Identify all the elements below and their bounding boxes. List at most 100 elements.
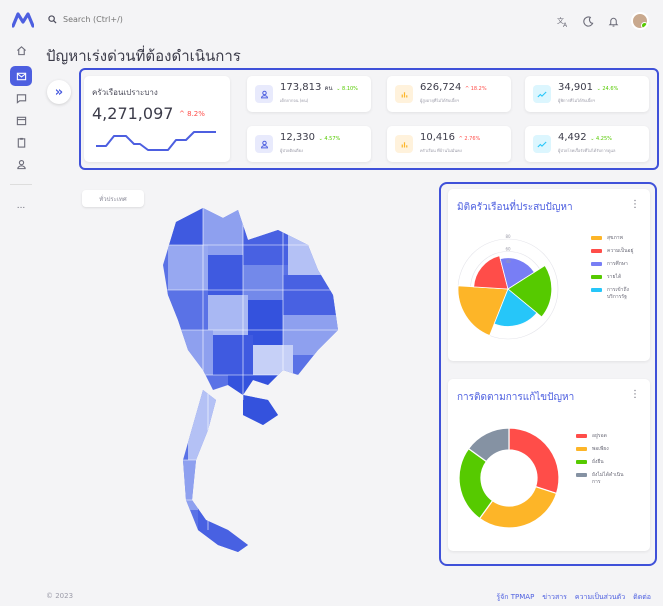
legend-label: รายได้ bbox=[607, 274, 622, 280]
stat-card-5[interactable]: 10,416 ^ 2.76% ครัวเรือน ที่บ้านไม่มั่นค… bbox=[387, 126, 511, 162]
stat-delta: ^ 2.76% bbox=[457, 136, 481, 142]
legend-swatch bbox=[591, 288, 602, 292]
legend-item[interactable]: การเข้าถึงบริการรัฐ bbox=[591, 287, 641, 301]
donut-chart bbox=[458, 427, 560, 529]
legend-label: ยั่งยืน bbox=[592, 459, 604, 465]
stat-sublabel: ครัวเรือน ที่บ้านไม่มั่นคง bbox=[420, 148, 462, 153]
legend-item[interactable]: อยู่รอด bbox=[576, 433, 626, 440]
footer-link-contact[interactable]: ติดต่อ bbox=[633, 592, 651, 603]
expand-button[interactable]: » bbox=[47, 80, 71, 104]
legend-swatch bbox=[576, 447, 587, 451]
legend-swatch bbox=[591, 236, 602, 240]
stat-delta: ^ 18.2% bbox=[463, 86, 487, 92]
sidebar-item-user[interactable] bbox=[10, 154, 32, 174]
main-stat-value: 4,271,097 bbox=[92, 104, 174, 123]
main-stat-sparkline bbox=[96, 131, 216, 151]
legend-swatch bbox=[576, 473, 587, 477]
bar-chart-icon bbox=[395, 135, 413, 153]
legend-swatch bbox=[576, 434, 587, 438]
chat-icon bbox=[16, 93, 26, 104]
sidebar-item-chat[interactable] bbox=[10, 88, 32, 108]
sidebar-item-calendar[interactable] bbox=[10, 110, 32, 130]
sidebar-item-mail[interactable] bbox=[10, 66, 32, 86]
bell-icon[interactable] bbox=[606, 14, 620, 28]
more-icon: ... bbox=[16, 201, 26, 211]
stat-value: 34,901 bbox=[558, 82, 593, 93]
moon-icon[interactable] bbox=[581, 14, 595, 28]
more-vertical-icon[interactable]: ⋮ bbox=[630, 199, 640, 210]
thailand-map[interactable] bbox=[148, 200, 348, 560]
logo-icon[interactable] bbox=[12, 12, 34, 28]
search-bar[interactable] bbox=[48, 15, 183, 24]
legend-label: ความเป็นอยู่ bbox=[607, 248, 634, 254]
footer-link-about[interactable]: รู้จัก TPMAP bbox=[496, 592, 534, 603]
main-stat-card[interactable]: ครัวเรือนเปราะบาง 4,271,097 ^ 8.2% bbox=[84, 76, 230, 162]
legend-swatch bbox=[576, 460, 587, 464]
legend-label: อยู่รอด bbox=[592, 433, 607, 439]
search-input[interactable] bbox=[63, 15, 183, 24]
user-icon bbox=[16, 159, 26, 169]
user-icon bbox=[255, 135, 273, 153]
stat-sublabel: ผู้สูงอายุที่ไม่ได้รับเบี้ยฯ bbox=[420, 98, 459, 103]
trend-up-icon bbox=[533, 85, 551, 103]
stat-card-4[interactable]: 12,330 ⌄ 4.57% ผู้ป่วยติดเตียง bbox=[247, 126, 371, 162]
panel-title: มิติครัวเรือนที่ประสบปัญหา bbox=[457, 202, 573, 213]
legend-swatch bbox=[591, 249, 602, 253]
footer-links: รู้จัก TPMAP ข่าวสาร ความเป็นส่วนตัว ติด… bbox=[496, 592, 651, 603]
legend-item[interactable]: ยั่งยืน bbox=[576, 459, 626, 466]
legend-item[interactable]: สุขภาพ bbox=[591, 235, 641, 242]
legend-item[interactable]: ความเป็นอยู่ bbox=[591, 248, 641, 255]
stat-value: 626,724 bbox=[420, 82, 462, 93]
polar-tick-label: 40 bbox=[505, 259, 511, 264]
calendar-icon bbox=[16, 116, 26, 125]
legend-item[interactable]: พอเพียง bbox=[576, 446, 626, 453]
stat-value: 4,492 bbox=[558, 132, 587, 143]
stat-sublabel: เด็กยากจน (คน) bbox=[280, 98, 309, 103]
donut-legend: อยู่รอดพอเพียงยั่งยืนยังไม่ได้ดำเนินการ bbox=[576, 433, 626, 492]
stat-unit: คน bbox=[324, 85, 333, 92]
legend-item[interactable]: การศึกษา bbox=[591, 261, 641, 268]
more-vertical-icon[interactable]: ⋮ bbox=[630, 389, 640, 400]
legend-label: พอเพียง bbox=[592, 446, 609, 452]
main-stat-label: ครัวเรือนเปราะบาง bbox=[92, 88, 158, 97]
stat-sublabel: ผู้ป่วยโรคเรื้อรังที่ไม่ได้รับการดูแล bbox=[558, 148, 616, 153]
trend-up-icon bbox=[533, 135, 551, 153]
stat-delta: ⌄ 8.10% bbox=[334, 86, 358, 92]
stat-card-1[interactable]: 173,813 คน ⌄ 8.10% เด็กยากจน (คน) bbox=[247, 76, 371, 112]
stat-card-6[interactable]: 4,492 ⌄ 4.25% ผู้ป่วยโรคเรื้อรังที่ไม่ได… bbox=[525, 126, 649, 162]
donut-segment[interactable] bbox=[508, 427, 560, 495]
stat-sublabel: ผู้พิการที่ไม่ได้รับเบี้ยฯ bbox=[558, 98, 595, 103]
stat-sublabel: ผู้ป่วยติดเตียง bbox=[280, 148, 303, 153]
sidebar-item-clipboard[interactable] bbox=[10, 132, 32, 152]
legend-item[interactable]: รายได้ bbox=[591, 274, 641, 281]
footer-link-news[interactable]: ข่าวสาร bbox=[542, 592, 567, 603]
legend-item[interactable]: ยังไม่ได้ดำเนินการ bbox=[576, 472, 626, 486]
household-dimension-panel: มิติครัวเรือนที่ประสบปัญหา ⋮ 80 60 40 สุขภ… bbox=[448, 189, 650, 361]
user-icon bbox=[255, 85, 273, 103]
polar-tick-label: 60 bbox=[505, 247, 511, 252]
translate-icon[interactable]: 文A bbox=[556, 14, 570, 28]
top-bar: 文A bbox=[0, 0, 663, 42]
sidebar-item-home[interactable] bbox=[10, 40, 32, 60]
footer-link-privacy[interactable]: ความเป็นส่วนตัว bbox=[575, 592, 625, 603]
svg-text:A: A bbox=[563, 22, 568, 27]
problem-tracking-panel: การติดตามการแก้ไขปัญหา ⋮ อยู่รอด พอเพียงย… bbox=[448, 379, 650, 551]
region-filter-button[interactable]: ทั่วประเทศ bbox=[82, 190, 144, 207]
legend-swatch bbox=[591, 275, 602, 279]
sidebar-item-more[interactable]: ... bbox=[10, 196, 32, 216]
clipboard-icon bbox=[17, 137, 25, 148]
stat-value: 10,416 bbox=[420, 132, 455, 143]
stat-delta: ⌄ 4.25% bbox=[588, 136, 612, 142]
polar-area-chart: 80 60 40 bbox=[457, 234, 559, 340]
legend-label: ยังไม่ได้ดำเนินการ bbox=[592, 472, 624, 485]
home-icon bbox=[16, 45, 26, 55]
avatar[interactable] bbox=[631, 12, 649, 30]
search-icon bbox=[48, 15, 57, 24]
stat-card-3[interactable]: 34,901 ⌄ 24.6% ผู้พิการที่ไม่ได้รับเบี้ย… bbox=[525, 76, 649, 112]
stat-card-2[interactable]: 626,724 ^ 18.2% ผู้สูงอายุที่ไม่ได้รับเบ… bbox=[387, 76, 511, 112]
map-provinces bbox=[163, 208, 338, 552]
donut-segment[interactable] bbox=[478, 485, 558, 529]
sidebar-divider bbox=[10, 184, 32, 185]
bar-chart-icon bbox=[395, 85, 413, 103]
main-stat-delta: ^ 8.2% bbox=[179, 110, 205, 118]
